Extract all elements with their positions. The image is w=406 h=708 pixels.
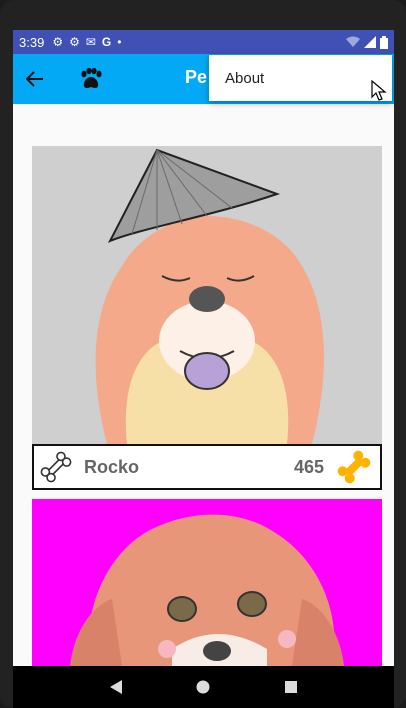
bone-filled-icon[interactable] xyxy=(332,446,376,488)
bone-outline-icon[interactable] xyxy=(34,446,78,488)
gear-icon: ⚙ xyxy=(69,35,80,49)
device-frame: 3:39 ⚙ ⚙ ✉ G • Pe About Rocko 465 xyxy=(0,0,406,708)
arrow-back-icon xyxy=(26,71,43,87)
google-icon: G xyxy=(101,35,112,49)
screen: 3:39 ⚙ ⚙ ✉ G • Pe About Rocko 465 xyxy=(13,30,394,708)
pet-label: Rocko 465 xyxy=(32,444,382,490)
pet-score: 465 xyxy=(293,456,324,477)
paw-logo xyxy=(71,54,111,104)
signal-icon xyxy=(364,36,376,48)
gear-icon: ⚙ xyxy=(52,35,64,49)
mouse-cursor-icon xyxy=(371,80,387,101)
wifi-icon xyxy=(346,36,360,47)
status-right-icons xyxy=(346,35,388,49)
gmail-icon: ✉ xyxy=(85,35,96,49)
chow-chow-illustration xyxy=(95,148,324,444)
system-nav-bar xyxy=(13,666,394,708)
pet-card[interactable]: Rocko 465 xyxy=(32,146,382,490)
overflow-menu: About xyxy=(209,55,392,101)
recents-square-icon[interactable] xyxy=(284,680,298,694)
status-time: 3:39 xyxy=(19,34,45,50)
app-title: Pe xyxy=(185,67,208,87)
back-triangle-icon[interactable] xyxy=(109,679,123,695)
home-circle-icon[interactable] xyxy=(195,679,211,695)
battery-icon xyxy=(380,35,388,49)
back-button[interactable] xyxy=(13,54,57,104)
paw-icon xyxy=(81,68,102,88)
pet-name: Rocko xyxy=(84,456,140,477)
status-bar: 3:39 ⚙ ⚙ ✉ G • xyxy=(13,30,394,54)
pet-image xyxy=(32,146,382,444)
dot-icon: • xyxy=(117,35,122,49)
menu-item-about[interactable]: About xyxy=(225,70,264,87)
